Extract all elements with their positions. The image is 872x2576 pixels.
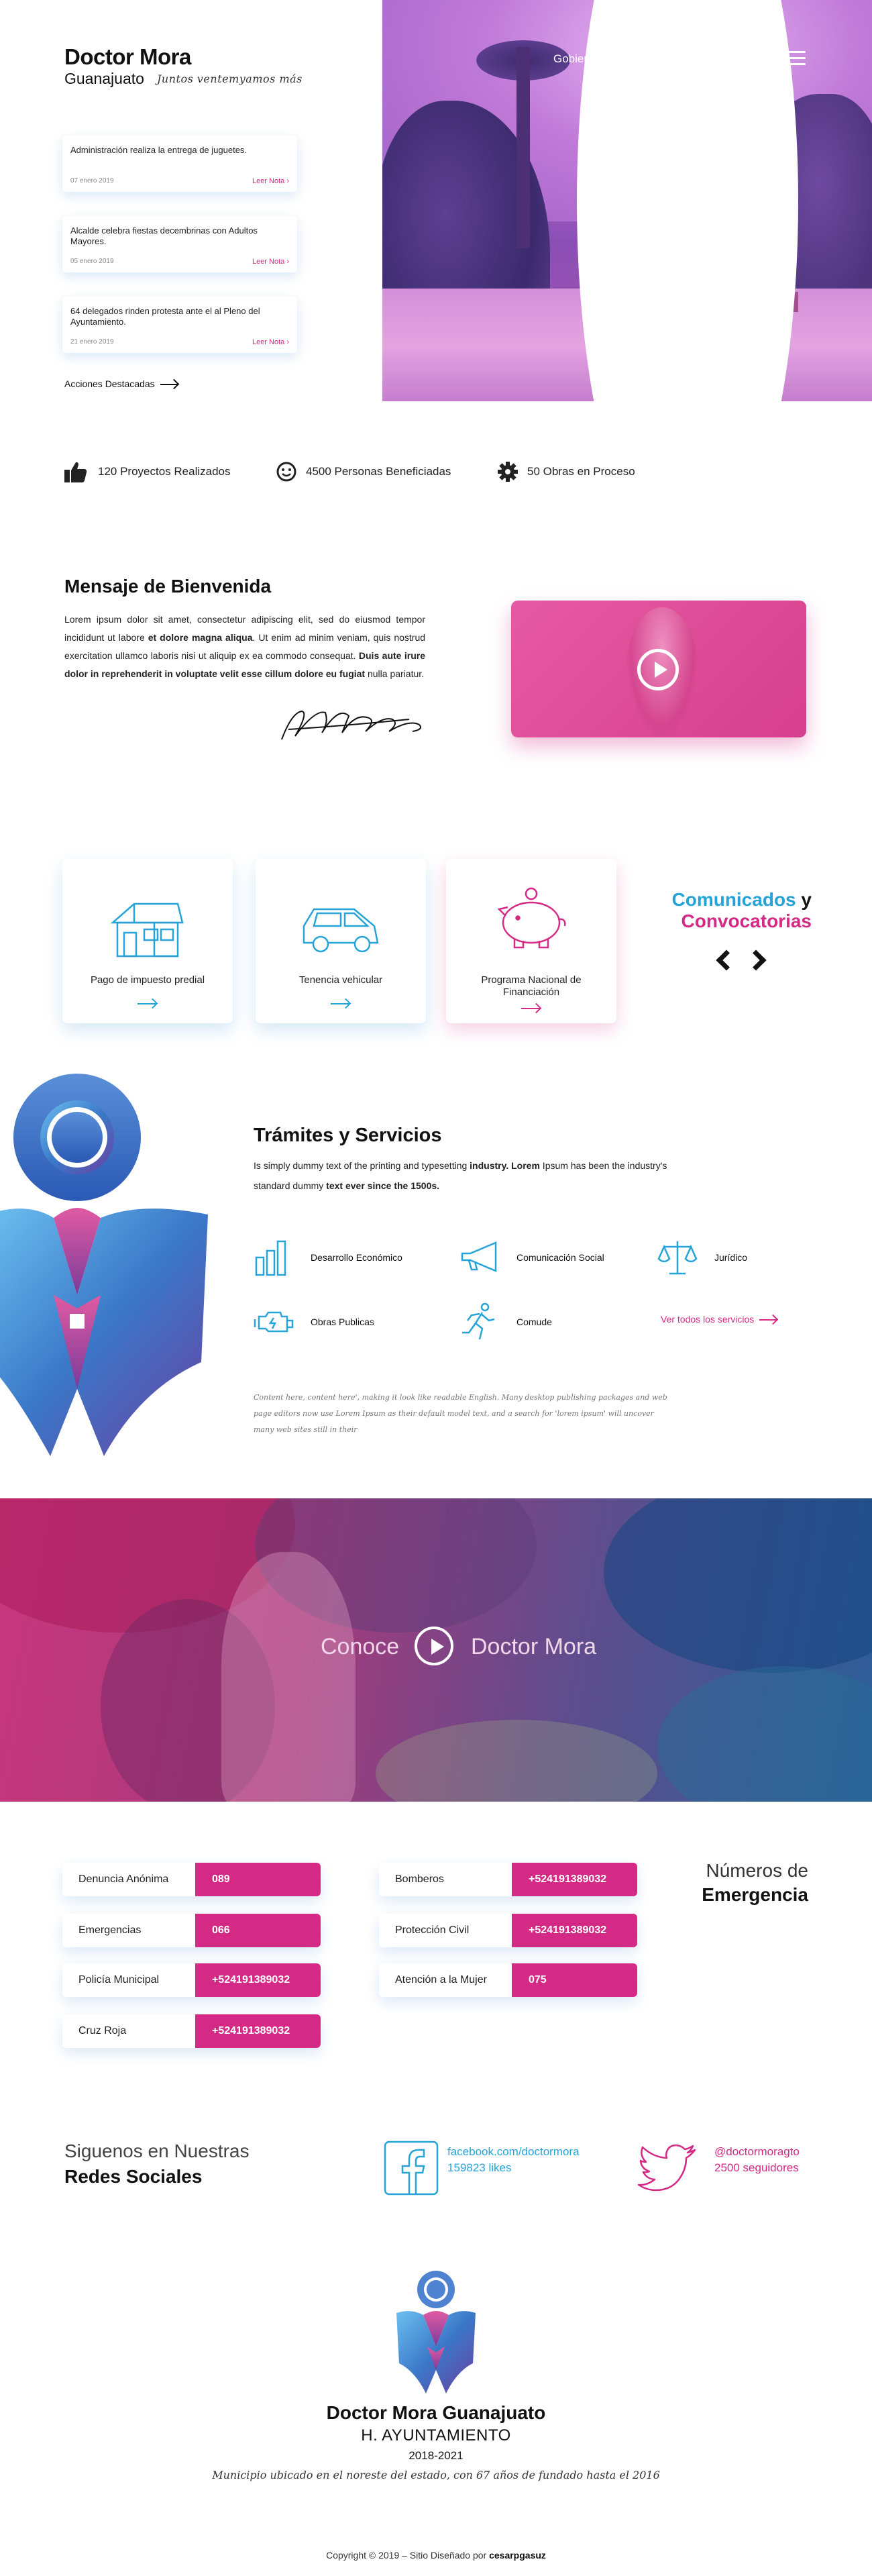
arrow-right-icon [759, 1319, 777, 1321]
banner-text-right: Doctor Mora [471, 1634, 597, 1659]
emergency-row[interactable]: Policía Municipal +524191389032 [62, 1963, 321, 1997]
emergency-row[interactable]: Protección Civil +524191389032 [379, 1914, 637, 1947]
house-icon [110, 903, 184, 958]
stat-works: 50 Obras en Proceso [496, 460, 635, 483]
emergency-row[interactable]: Denuncia Anónima 089 [62, 1863, 321, 1896]
tramite-comunicacion-social[interactable]: Comunicación Social [459, 1237, 604, 1278]
social-title-bold: Redes Sociales [64, 2166, 203, 2187]
bar-chart-icon [255, 1240, 286, 1276]
megaphone-icon [461, 1241, 497, 1272]
news-card[interactable]: Alcalde celebra fiestas decembrinas con … [62, 216, 297, 272]
smile-icon [275, 460, 298, 483]
site-title[interactable]: Doctor Mora [64, 44, 191, 70]
arrow-right-icon[interactable] [331, 1003, 349, 1004]
stat-projects: 120 Proyectos Realizados [64, 460, 231, 483]
twitter-link[interactable]: @doctormoragto 2500 seguidores [714, 2144, 800, 2176]
news-card[interactable]: 64 delegados rinden protesta ante el al … [62, 297, 297, 353]
scale-icon [657, 1241, 698, 1275]
emergency-title-bold: Emergencia [702, 1884, 808, 1905]
thumbs-up-icon [64, 460, 87, 483]
footer-tagline: Municipio ubicado en el noreste del esta… [212, 2469, 660, 2481]
chevron-right-icon[interactable] [745, 949, 767, 971]
chevron-right-icon: › [286, 177, 289, 185]
arrow-right-icon[interactable] [521, 1008, 540, 1009]
ver-todos-servicios-link[interactable]: Ver todos los servicios [661, 1314, 777, 1325]
nav-gobierno-municipal[interactable]: Gobierno Municipal [553, 52, 651, 66]
service-label: Programa Nacional de Financiación [481, 974, 582, 998]
news-card[interactable]: Administración realiza la entrega de jug… [62, 136, 297, 192]
news-date: 21 enero 2019 [70, 338, 114, 346]
gear-icon [496, 460, 519, 483]
welcome-video[interactable] [511, 601, 806, 737]
social-title: Siguenos en Nuestras [64, 2141, 250, 2161]
emergency-row[interactable]: Bomberos +524191389032 [379, 1863, 637, 1896]
emergency-row[interactable]: Cruz Roja +524191389032 [62, 2014, 321, 2048]
video-banner[interactable]: Conoce Doctor Mora [0, 1498, 872, 1802]
facebook-link[interactable]: facebook.com/doctormora 159823 likes [447, 2144, 580, 2176]
tramites-description: Is simply dummy text of the printing and… [254, 1160, 667, 1191]
tramites-title: Trámites y Servicios [254, 1125, 442, 1146]
news-date: 07 enero 2019 [70, 177, 114, 185]
designer-link[interactable]: cesarpgasuz [489, 2550, 546, 2561]
acciones-destacadas-link[interactable]: Acciones Destacadas [64, 378, 178, 389]
service-label: Tenencia vehicular [298, 974, 383, 986]
footer-name: Doctor Mora Guanajuato [326, 2402, 546, 2423]
emblem-logo [0, 1074, 208, 1456]
signature-image [281, 710, 421, 740]
news-date: 05 enero 2019 [70, 258, 114, 265]
tramite-comude[interactable]: Comude [459, 1302, 552, 1342]
menu-icon[interactable] [785, 51, 806, 66]
read-more-link[interactable]: Leer Nota › [252, 177, 289, 185]
running-person-icon [462, 1302, 495, 1340]
read-more-link[interactable]: Leer Nota › [252, 338, 289, 346]
piggy-bank-icon [497, 887, 566, 949]
chevron-left-icon[interactable] [716, 949, 737, 971]
welcome-text: Lorem ipsum dolor sit amet, consectetur … [64, 614, 426, 679]
site-subtitle: Guanajuato [64, 70, 144, 87]
engine-icon [254, 1311, 294, 1333]
service-card-financiacion[interactable]: Programa Nacional de Financiación [446, 859, 616, 1023]
tramite-juridico[interactable]: Jurídico [657, 1237, 747, 1278]
service-label: Pago de impuesto predial [90, 974, 205, 986]
service-card-tenencia[interactable]: Tenencia vehicular [256, 859, 426, 1023]
read-more-link[interactable]: Leer Nota › [252, 258, 289, 266]
footer-logo [396, 2271, 476, 2393]
facebook-icon[interactable] [384, 2141, 439, 2196]
news-title: Administración realiza la entrega de jug… [70, 145, 248, 155]
arrow-right-icon[interactable] [138, 1003, 156, 1004]
emergency-title: Números de [706, 1860, 808, 1881]
footer-years: 2018-2021 [408, 2449, 464, 2462]
twitter-icon[interactable] [637, 2145, 696, 2193]
banner-text-left: Conoce [321, 1634, 400, 1659]
arrow-right-icon [160, 384, 178, 386]
chevron-right-icon: › [286, 258, 289, 266]
service-card-predial[interactable]: Pago de impuesto predial [62, 859, 233, 1023]
site-slogan: Juntos ventemyamos más [157, 72, 303, 85]
tramite-obras-publicas[interactable]: Obras Publicas [254, 1302, 374, 1342]
copyright: Copyright © 2019 – Sitio Diseñado por ce… [326, 2550, 546, 2561]
play-icon[interactable] [637, 649, 679, 690]
tramite-desarrollo-economico[interactable]: Desarrollo Económico [254, 1237, 402, 1278]
emergency-row[interactable]: Emergencias 066 [62, 1914, 321, 1947]
tramites-note: Content here, content here', making it l… [254, 1393, 667, 1434]
comunicados-title: Comunicados y Convocatorias [671, 889, 812, 931]
footer-org: H. AYUNTAMIENTO [361, 2426, 511, 2444]
car-icon [303, 908, 379, 953]
stat-people: 4500 Personas Beneficiadas [275, 460, 451, 483]
emergency-row[interactable]: Atención a la Mujer 075 [379, 1963, 637, 1997]
nav-transparencia[interactable]: Transparencia [684, 52, 757, 66]
news-title: 64 delegados rinden protesta ante el al … [70, 306, 260, 327]
play-icon[interactable] [415, 1627, 453, 1665]
welcome-title: Mensaje de Bienvenida [64, 576, 272, 597]
chevron-right-icon: › [286, 338, 289, 346]
news-title: Alcalde celebra fiestas decembrinas con … [70, 225, 258, 246]
